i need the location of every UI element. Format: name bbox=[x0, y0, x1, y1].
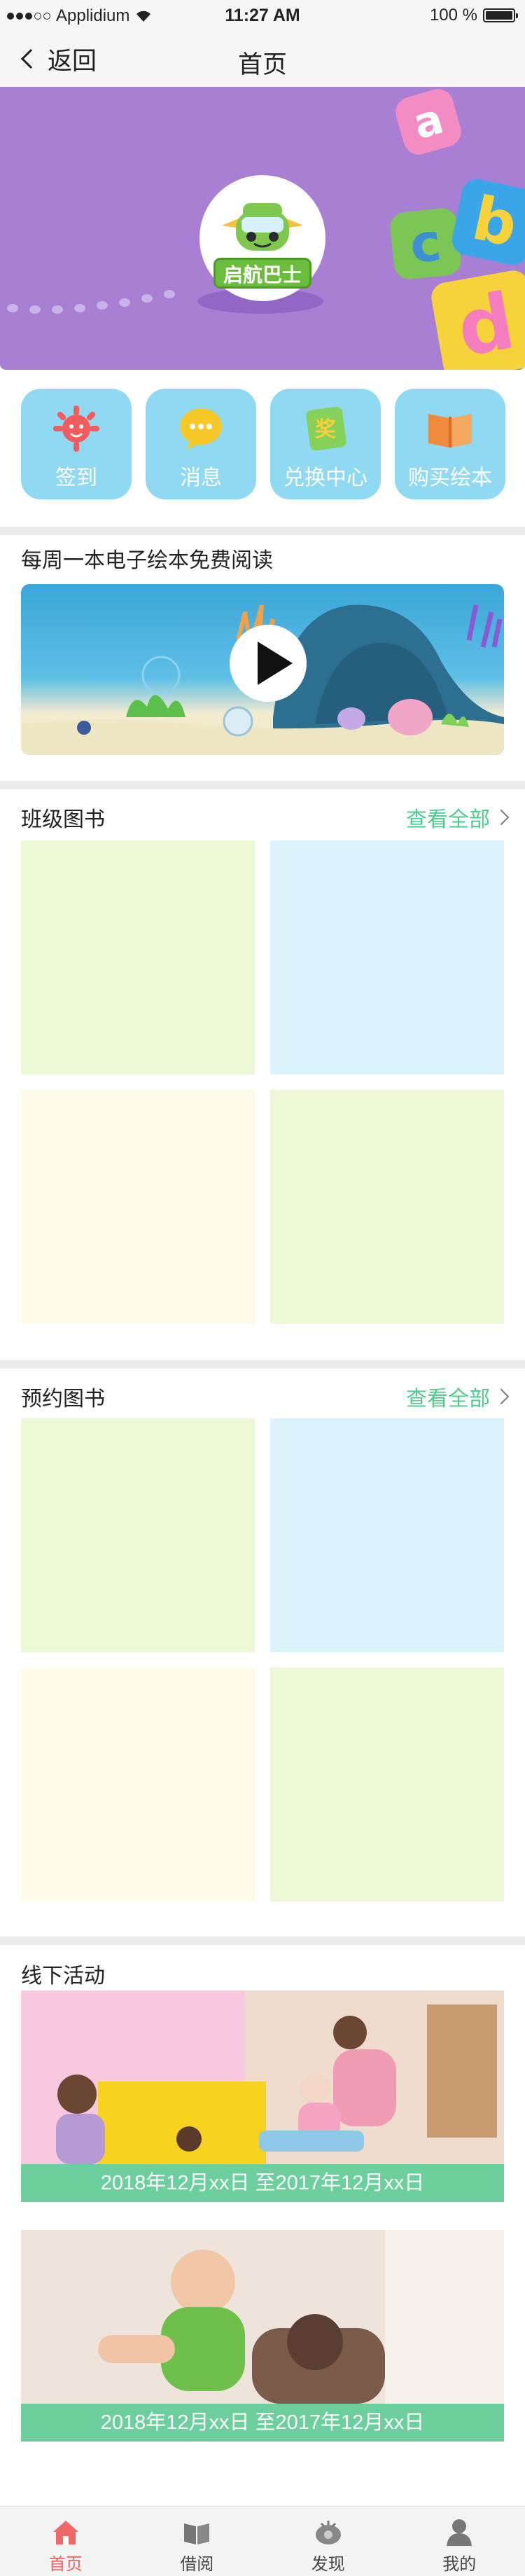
quick-action-label: 消息 bbox=[180, 466, 222, 490]
quick-action-label: 签到 bbox=[55, 466, 97, 490]
open-book-icon bbox=[428, 414, 472, 448]
quick-action-label: 兑换中心 bbox=[284, 466, 368, 490]
class-book-card[interactable] bbox=[270, 840, 504, 1074]
play-button[interactable] bbox=[230, 625, 307, 702]
letter-block-c: c bbox=[388, 207, 463, 281]
chevron-right-icon bbox=[493, 1388, 510, 1405]
tab-bar: 首页 借阅 发现 我的 bbox=[0, 2506, 525, 2576]
class-book-card[interactable] bbox=[21, 1090, 255, 1324]
class-book-card[interactable] bbox=[21, 840, 255, 1074]
sun-face-icon bbox=[53, 406, 99, 452]
class-book-card[interactable] bbox=[270, 1090, 504, 1324]
section-divider bbox=[0, 1360, 525, 1369]
tab-label: 我的 bbox=[442, 2555, 477, 2574]
dotted-trail-decoration bbox=[7, 290, 203, 314]
status-bar: Applidium 11:27 AM 100 % bbox=[0, 0, 525, 31]
reserved-books-title: 预约图书 bbox=[21, 1387, 105, 1411]
logo-text: 启航巴士 bbox=[214, 258, 312, 289]
buy-picture-books-button[interactable]: 购买绘本 bbox=[395, 389, 505, 499]
chevron-right-icon bbox=[493, 809, 510, 826]
letter-block-a: a bbox=[392, 87, 465, 158]
reserved-book-card[interactable] bbox=[21, 1418, 255, 1652]
reserved-book-card[interactable] bbox=[270, 1668, 504, 1902]
battery-info: 100 % bbox=[429, 6, 518, 25]
home-icon bbox=[52, 2521, 78, 2544]
letter-block-b: b bbox=[449, 176, 525, 268]
class-books-see-all[interactable]: 查看全部 bbox=[406, 802, 510, 833]
activity-date-range: 2018年12月xx日 至2017年12月xx日 bbox=[21, 2404, 504, 2442]
book-icon bbox=[184, 2523, 210, 2544]
back-label: 返回 bbox=[48, 47, 97, 75]
svg-text:奖: 奖 bbox=[315, 417, 336, 442]
chevron-left-icon bbox=[20, 48, 41, 69]
battery-percent: 100 % bbox=[429, 6, 477, 25]
checkin-button[interactable]: 签到 bbox=[21, 389, 132, 499]
see-all-label: 查看全部 bbox=[406, 808, 490, 831]
messages-button[interactable]: 消息 bbox=[146, 389, 256, 499]
section-divider bbox=[0, 1937, 525, 1945]
activity-card[interactable]: 2018年12月xx日 至2017年12月xx日 bbox=[21, 2230, 504, 2442]
prize-card-icon: 奖 bbox=[306, 406, 346, 451]
quick-action-label: 购买绘本 bbox=[408, 466, 492, 490]
weekly-video-card[interactable] bbox=[21, 584, 504, 755]
class-books-title: 班级图书 bbox=[21, 808, 105, 831]
letter-block-d: d bbox=[428, 268, 525, 370]
tab-mine[interactable]: 我的 bbox=[394, 2507, 525, 2576]
banner-carousel[interactable]: 启航巴士 a c b d bbox=[0, 87, 525, 370]
activity-date-range: 2018年12月xx日 至2017年12月xx日 bbox=[21, 2164, 504, 2202]
bus-mascot-icon bbox=[222, 203, 303, 251]
back-button[interactable]: 返回 bbox=[20, 42, 97, 76]
tab-label: 首页 bbox=[48, 2555, 83, 2574]
tab-label: 借阅 bbox=[180, 2555, 214, 2574]
offline-activities-title: 线下活动 bbox=[21, 1965, 105, 1988]
play-icon bbox=[258, 642, 293, 685]
quick-actions: 签到 消息 奖 兑换中心 购买绘本 bbox=[0, 389, 525, 501]
person-icon bbox=[447, 2519, 472, 2546]
tab-label: 发现 bbox=[311, 2555, 345, 2574]
section-divider bbox=[0, 527, 525, 535]
tab-home[interactable]: 首页 bbox=[0, 2507, 132, 2576]
battery-icon bbox=[483, 8, 518, 22]
section-divider bbox=[0, 781, 525, 789]
chat-bubble-icon bbox=[180, 408, 222, 450]
weekly-section-title: 每周一本电子绘本免费阅读 bbox=[21, 549, 273, 572]
tab-borrow[interactable]: 借阅 bbox=[132, 2507, 263, 2576]
nav-bar: 返回 首页 bbox=[0, 31, 525, 87]
discover-icon bbox=[315, 2521, 341, 2544]
reserved-book-card[interactable] bbox=[21, 1668, 255, 1902]
see-all-label: 查看全部 bbox=[406, 1387, 490, 1411]
reserved-book-card[interactable] bbox=[270, 1418, 504, 1652]
activity-card[interactable]: 2018年12月xx日 至2017年12月xx日 bbox=[21, 1990, 504, 2202]
tab-discover[interactable]: 发现 bbox=[262, 2507, 394, 2576]
reserved-books-see-all[interactable]: 查看全部 bbox=[406, 1381, 510, 1412]
exchange-center-button[interactable]: 奖 兑换中心 bbox=[270, 389, 381, 499]
